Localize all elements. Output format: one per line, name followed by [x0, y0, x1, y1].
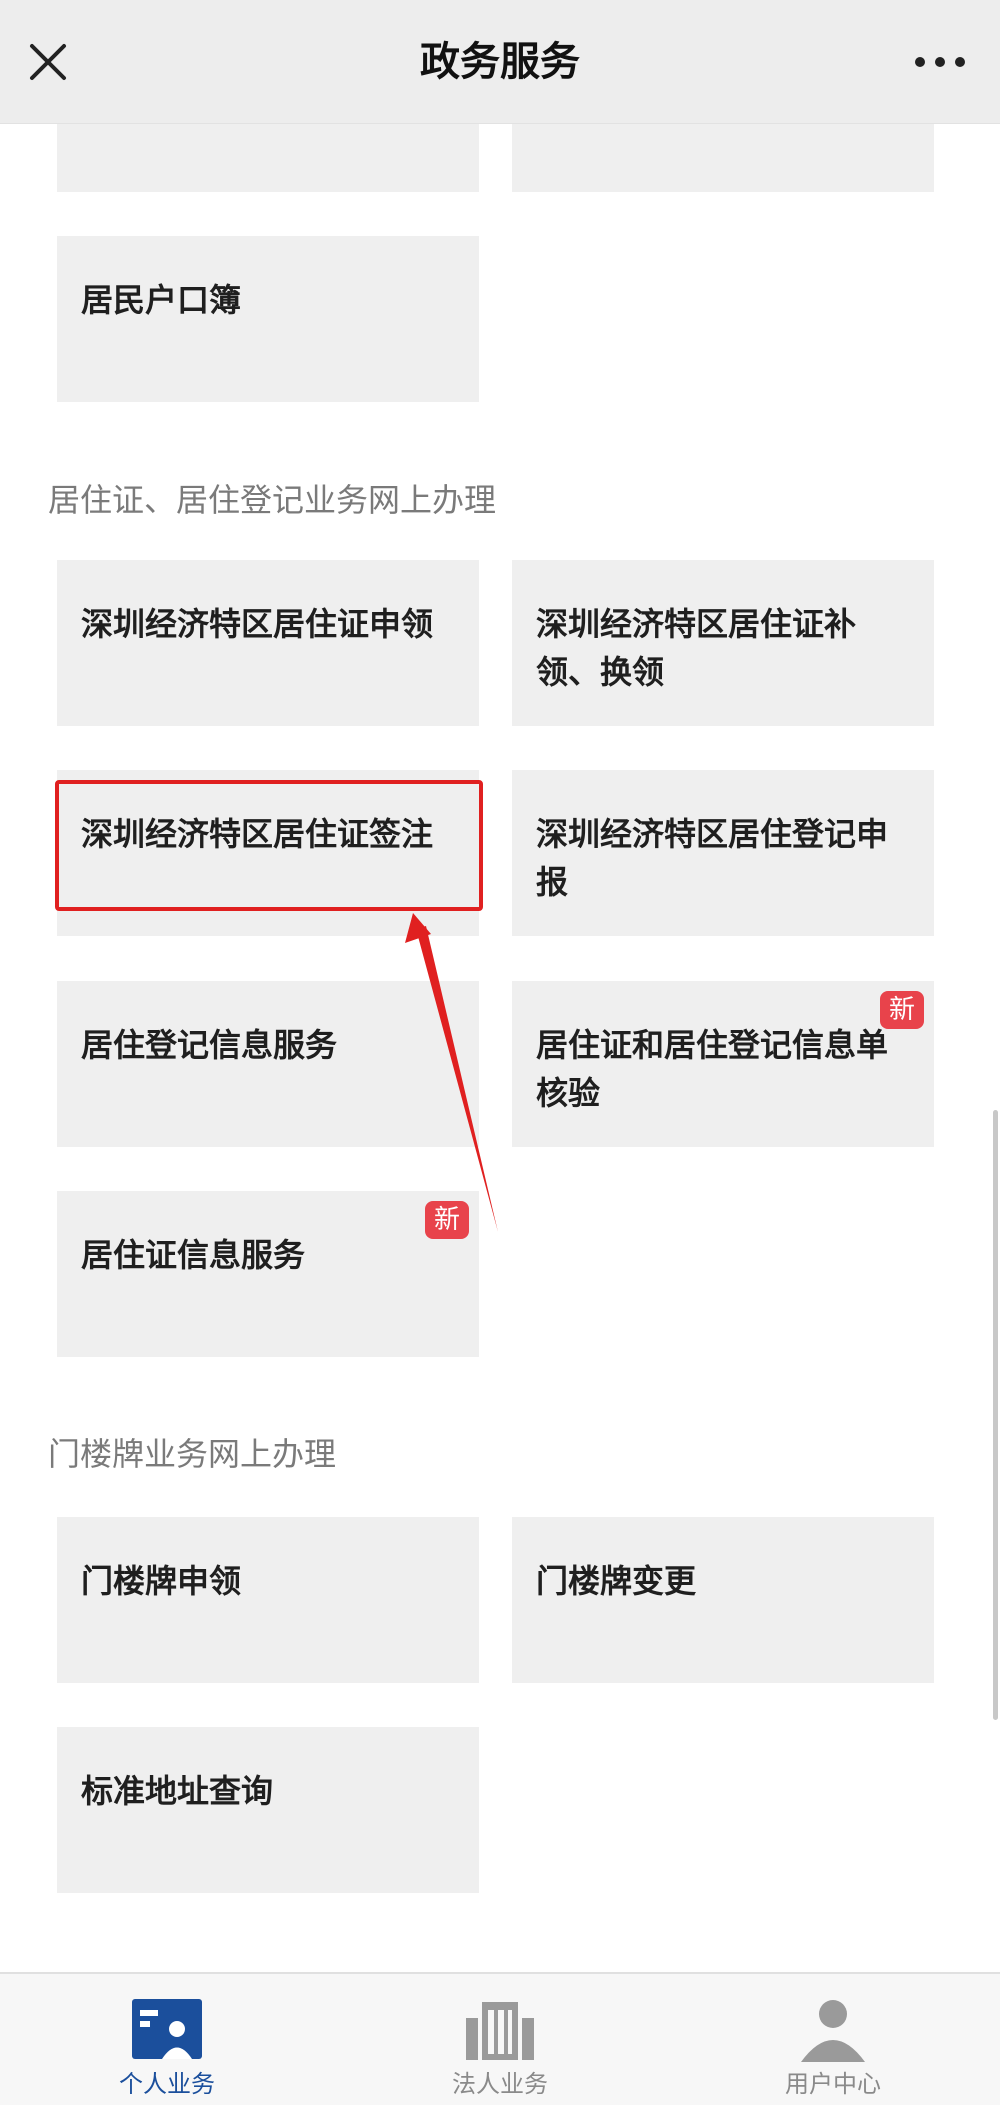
- personal-card-icon: [132, 1999, 202, 2059]
- tab-label: 用户中心: [785, 2070, 881, 2098]
- tab-personal-business[interactable]: 个人业务: [67, 1974, 267, 2105]
- service-card[interactable]: 门楼牌申领: [57, 1517, 479, 1683]
- user-icon: [801, 2000, 865, 2062]
- annotation-arrow: [405, 913, 498, 1232]
- service-card-label: 门楼牌变更: [536, 1562, 697, 1600]
- service-card[interactable]: 门楼牌变更: [512, 1517, 934, 1683]
- tab-user-center[interactable]: 用户中心: [733, 1974, 933, 2105]
- service-card-label: 门楼牌申领: [81, 1562, 242, 1600]
- service-list: 居民户口簿 居住证、居住登记业务网上办理 深圳经济特区居住证申领 深圳经济特区居…: [0, 0, 1000, 1970]
- header-bar: 政务服务: [0, 0, 1000, 124]
- tab-corporate-business[interactable]: 法人业务: [400, 1974, 600, 2105]
- service-card-label: 标准地址查询: [81, 1772, 274, 1810]
- page-title: 政务服务: [420, 39, 580, 85]
- service-card[interactable]: 标准地址查询: [57, 1727, 479, 1893]
- section-title: 门楼牌业务网上办理: [48, 1435, 337, 1473]
- building-icon: [466, 2002, 534, 2060]
- tab-label: 法人业务: [452, 2070, 548, 2098]
- tab-label: 个人业务: [119, 2070, 215, 2098]
- more-icon[interactable]: [910, 40, 970, 84]
- bottom-tab-bar: 个人业务 法人业务 用户中心: [0, 1972, 1000, 2105]
